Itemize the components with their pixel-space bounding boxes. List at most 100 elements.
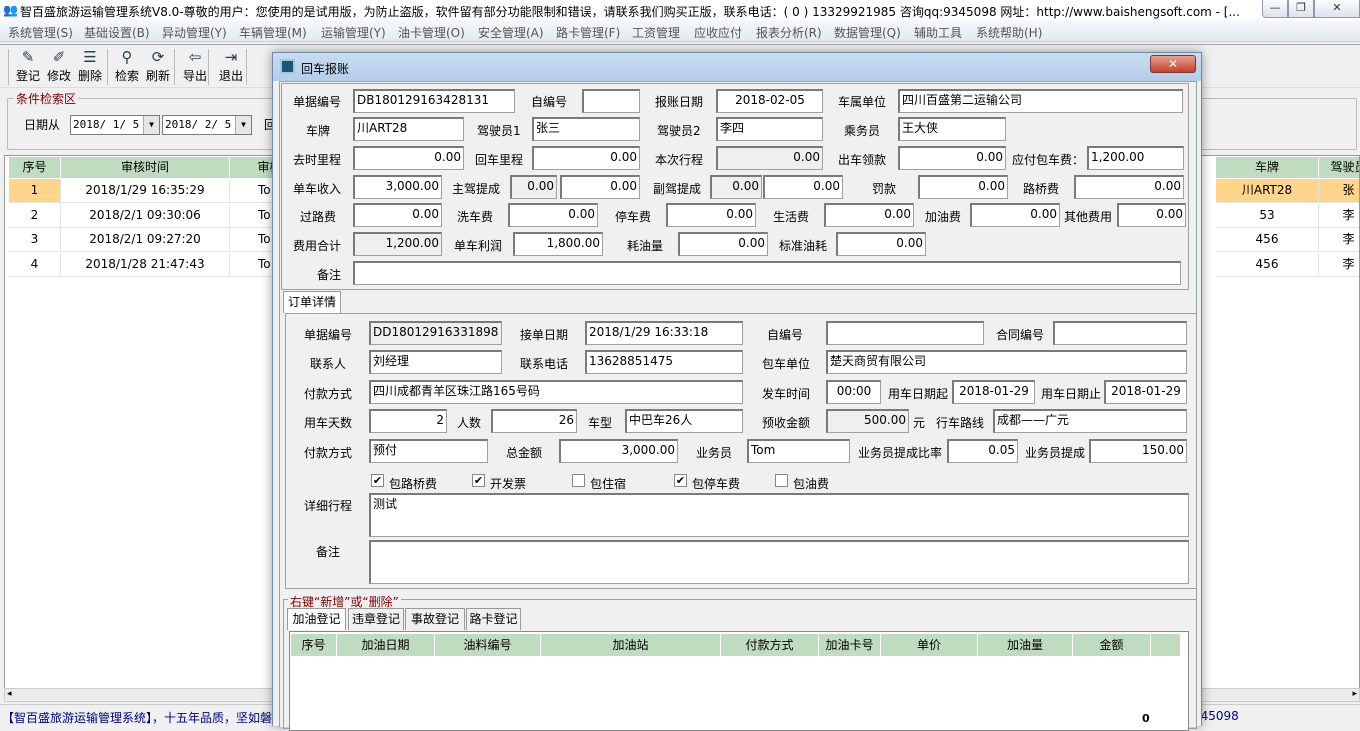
grid-cell[interactable]: 2 — [9, 203, 61, 228]
driver1-field[interactable]: 张三 — [532, 117, 640, 141]
grid-cell[interactable]: 2018/1/28 21:47:43 — [61, 252, 230, 277]
plate-field[interactable]: 川ART28 — [353, 117, 464, 141]
menu-item[interactable]: 运输管理(Y) — [321, 24, 386, 41]
wash-field[interactable]: 0.00 — [508, 203, 598, 227]
scroll-right-icon[interactable]: ▸ — [1352, 689, 1357, 699]
records-header[interactable]: 油料编号 — [435, 634, 541, 656]
grid-header[interactable]: 驾驶员 — [1319, 157, 1359, 178]
dialog-title-bar[interactable]: 回车报账 ✕ — [273, 53, 1201, 81]
grid-cell[interactable]: 456 — [1216, 252, 1319, 277]
menu-item[interactable]: 工资管理 — [632, 24, 680, 41]
toolbar-button-binoculars[interactable]: ⚲ 检索 — [112, 47, 142, 84]
vice-commission-rate-field[interactable]: 0.00 — [710, 175, 762, 199]
return-mileage-field[interactable]: 0.00 — [532, 146, 640, 170]
date-to-picker[interactable]: 2018/ 2/ 5 ▼ — [162, 115, 252, 135]
total-field[interactable]: 1,200.00 — [353, 232, 442, 256]
menu-item[interactable]: 基础设置(B) — [84, 24, 150, 41]
records-header[interactable]: 付款方式 — [721, 634, 819, 656]
order-depart-time-field[interactable]: 00:00 — [826, 380, 881, 404]
window-close-button[interactable]: ✕ — [1314, 0, 1360, 18]
grid-cell[interactable]: 2018/2/1 09:30:06 — [61, 203, 230, 228]
main-commission-rate-field[interactable]: 0.00 — [510, 175, 557, 199]
chevron-down-icon[interactable]: ▼ — [235, 116, 251, 134]
chevron-down-icon[interactable]: ▼ — [143, 116, 159, 134]
records-header[interactable]: 金额 — [1073, 634, 1151, 656]
toolbar-button-register[interactable]: ✎ 登记 — [13, 47, 43, 84]
remark-field[interactable] — [353, 261, 1181, 285]
self-no-field[interactable] — [582, 89, 640, 113]
grid-cell[interactable]: 2018/2/1 09:27:20 — [61, 228, 230, 252]
order-salesman-field[interactable]: Tom — [747, 439, 850, 463]
grid-header[interactable]: 车牌 — [1216, 157, 1319, 178]
main-commission-field[interactable]: 0.00 — [560, 175, 640, 199]
records-header[interactable]: 序号 — [291, 634, 337, 656]
order-sales-rate-field[interactable]: 0.05 — [947, 439, 1018, 463]
menu-item[interactable]: 安全管理(A) — [478, 24, 544, 41]
vice-commission-field[interactable]: 0.00 — [763, 175, 843, 199]
tab-record-1[interactable]: 违章登记 — [348, 608, 404, 630]
grid-header[interactable]: 序号 — [9, 157, 61, 178]
order-self-no-field[interactable] — [826, 321, 984, 345]
driver2-field[interactable]: 李四 — [716, 117, 823, 141]
order-doc-no-field[interactable]: DD18012916331898 — [369, 321, 502, 345]
order-remark-textarea[interactable] — [369, 540, 1189, 584]
menu-item[interactable]: 报表分析(R) — [756, 24, 822, 41]
owner-unit-field[interactable]: 四川百盛第二运输公司 — [898, 89, 1183, 113]
report-date-field[interactable]: 2018-02-05 — [716, 89, 823, 113]
income-field[interactable]: 3,000.00 — [353, 175, 442, 199]
tab-record-2[interactable]: 事故登记 — [405, 608, 465, 630]
scroll-left-icon[interactable]: ◂ — [7, 689, 12, 699]
order-date-to-field[interactable]: 2018-01-29 — [1104, 380, 1187, 404]
grid-cell[interactable]: 李 — [1319, 253, 1359, 277]
checkbox-1[interactable]: ✔ — [472, 474, 485, 487]
trip-field[interactable]: 0.00 — [716, 146, 823, 170]
date-from-picker[interactable]: 2018/ 1/ 5 ▼ — [70, 115, 160, 135]
order-address-field[interactable]: 四川成都青羊区珠江路165号码 — [369, 380, 743, 404]
order-date-from-field[interactable]: 2018-01-29 — [952, 380, 1035, 404]
grid-cell[interactable]: 2018/1/29 16:35:29 — [61, 179, 230, 203]
toolbar-button-delete[interactable]: ☰ 删除 — [75, 47, 105, 84]
checkbox-4[interactable] — [775, 474, 788, 487]
records-header[interactable]: 加油站 — [541, 634, 721, 656]
records-header[interactable]: 加油量 — [978, 634, 1073, 656]
attendant-field[interactable]: 王大侠 — [898, 117, 1006, 141]
dialog-close-button[interactable]: ✕ — [1150, 55, 1196, 73]
other-field[interactable]: 0.00 — [1117, 203, 1186, 227]
bridge-field[interactable]: 0.00 — [1074, 175, 1184, 199]
order-contact-field[interactable]: 刘经理 — [369, 350, 502, 374]
order-order-date-field[interactable]: 2018/1/29 16:33:18 — [585, 321, 743, 345]
doc-no-field[interactable]: DB180129163428131 — [353, 89, 515, 113]
grid-cell[interactable]: 1 — [9, 179, 61, 203]
order-vehicle-type-field[interactable]: 中巴车26人 — [625, 409, 743, 433]
order-charter-unit-field[interactable]: 楚天商贸有限公司 — [826, 350, 1187, 374]
tab-record-3[interactable]: 路卡登记 — [466, 608, 521, 630]
grid-cell[interactable]: 李 — [1319, 228, 1359, 252]
order-route-field[interactable]: 成都——广元 — [993, 409, 1187, 433]
records-header[interactable]: 单价 — [881, 634, 978, 656]
profit-field[interactable]: 1,800.00 — [513, 232, 603, 256]
order-contract-no-field[interactable] — [1053, 321, 1187, 345]
toll-field[interactable]: 0.00 — [353, 203, 442, 227]
order-prepaid-field[interactable]: 500.00 — [826, 409, 909, 433]
itinerary-textarea[interactable]: 测试 — [369, 493, 1189, 537]
toolbar-button-edit[interactable]: ✐ 修改 — [44, 47, 74, 84]
records-header[interactable]: 加油日期 — [337, 634, 435, 656]
living-field[interactable]: 0.00 — [824, 203, 914, 227]
tab-record-0[interactable]: 加油登记 — [287, 608, 346, 630]
menu-item[interactable]: 异动管理(Y) — [162, 24, 227, 41]
grid-cell[interactable]: 3 — [9, 228, 61, 252]
fuel-field[interactable]: 0.00 — [970, 203, 1060, 227]
order-amount-field[interactable]: 3,000.00 — [559, 439, 678, 463]
tab-order-details[interactable]: 订单详情 — [283, 291, 341, 313]
menu-item[interactable]: 油卡管理(O) — [398, 24, 465, 41]
records-header[interactable]: 加油卡号 — [819, 634, 881, 656]
toolbar-button-refresh[interactable]: ⟳ 刷新 — [143, 47, 173, 84]
grid-cell[interactable]: 张 — [1319, 179, 1359, 203]
grid-cell[interactable]: 李 — [1319, 204, 1359, 228]
checkbox-2[interactable] — [572, 474, 585, 487]
grid-cell[interactable]: 53 — [1216, 203, 1319, 228]
go-mileage-field[interactable]: 0.00 — [353, 146, 464, 170]
order-phone-field[interactable]: 13628851475 — [585, 350, 743, 374]
fine-field[interactable]: 0.00 — [918, 175, 1008, 199]
menu-item[interactable]: 数据管理(Q) — [834, 24, 901, 41]
